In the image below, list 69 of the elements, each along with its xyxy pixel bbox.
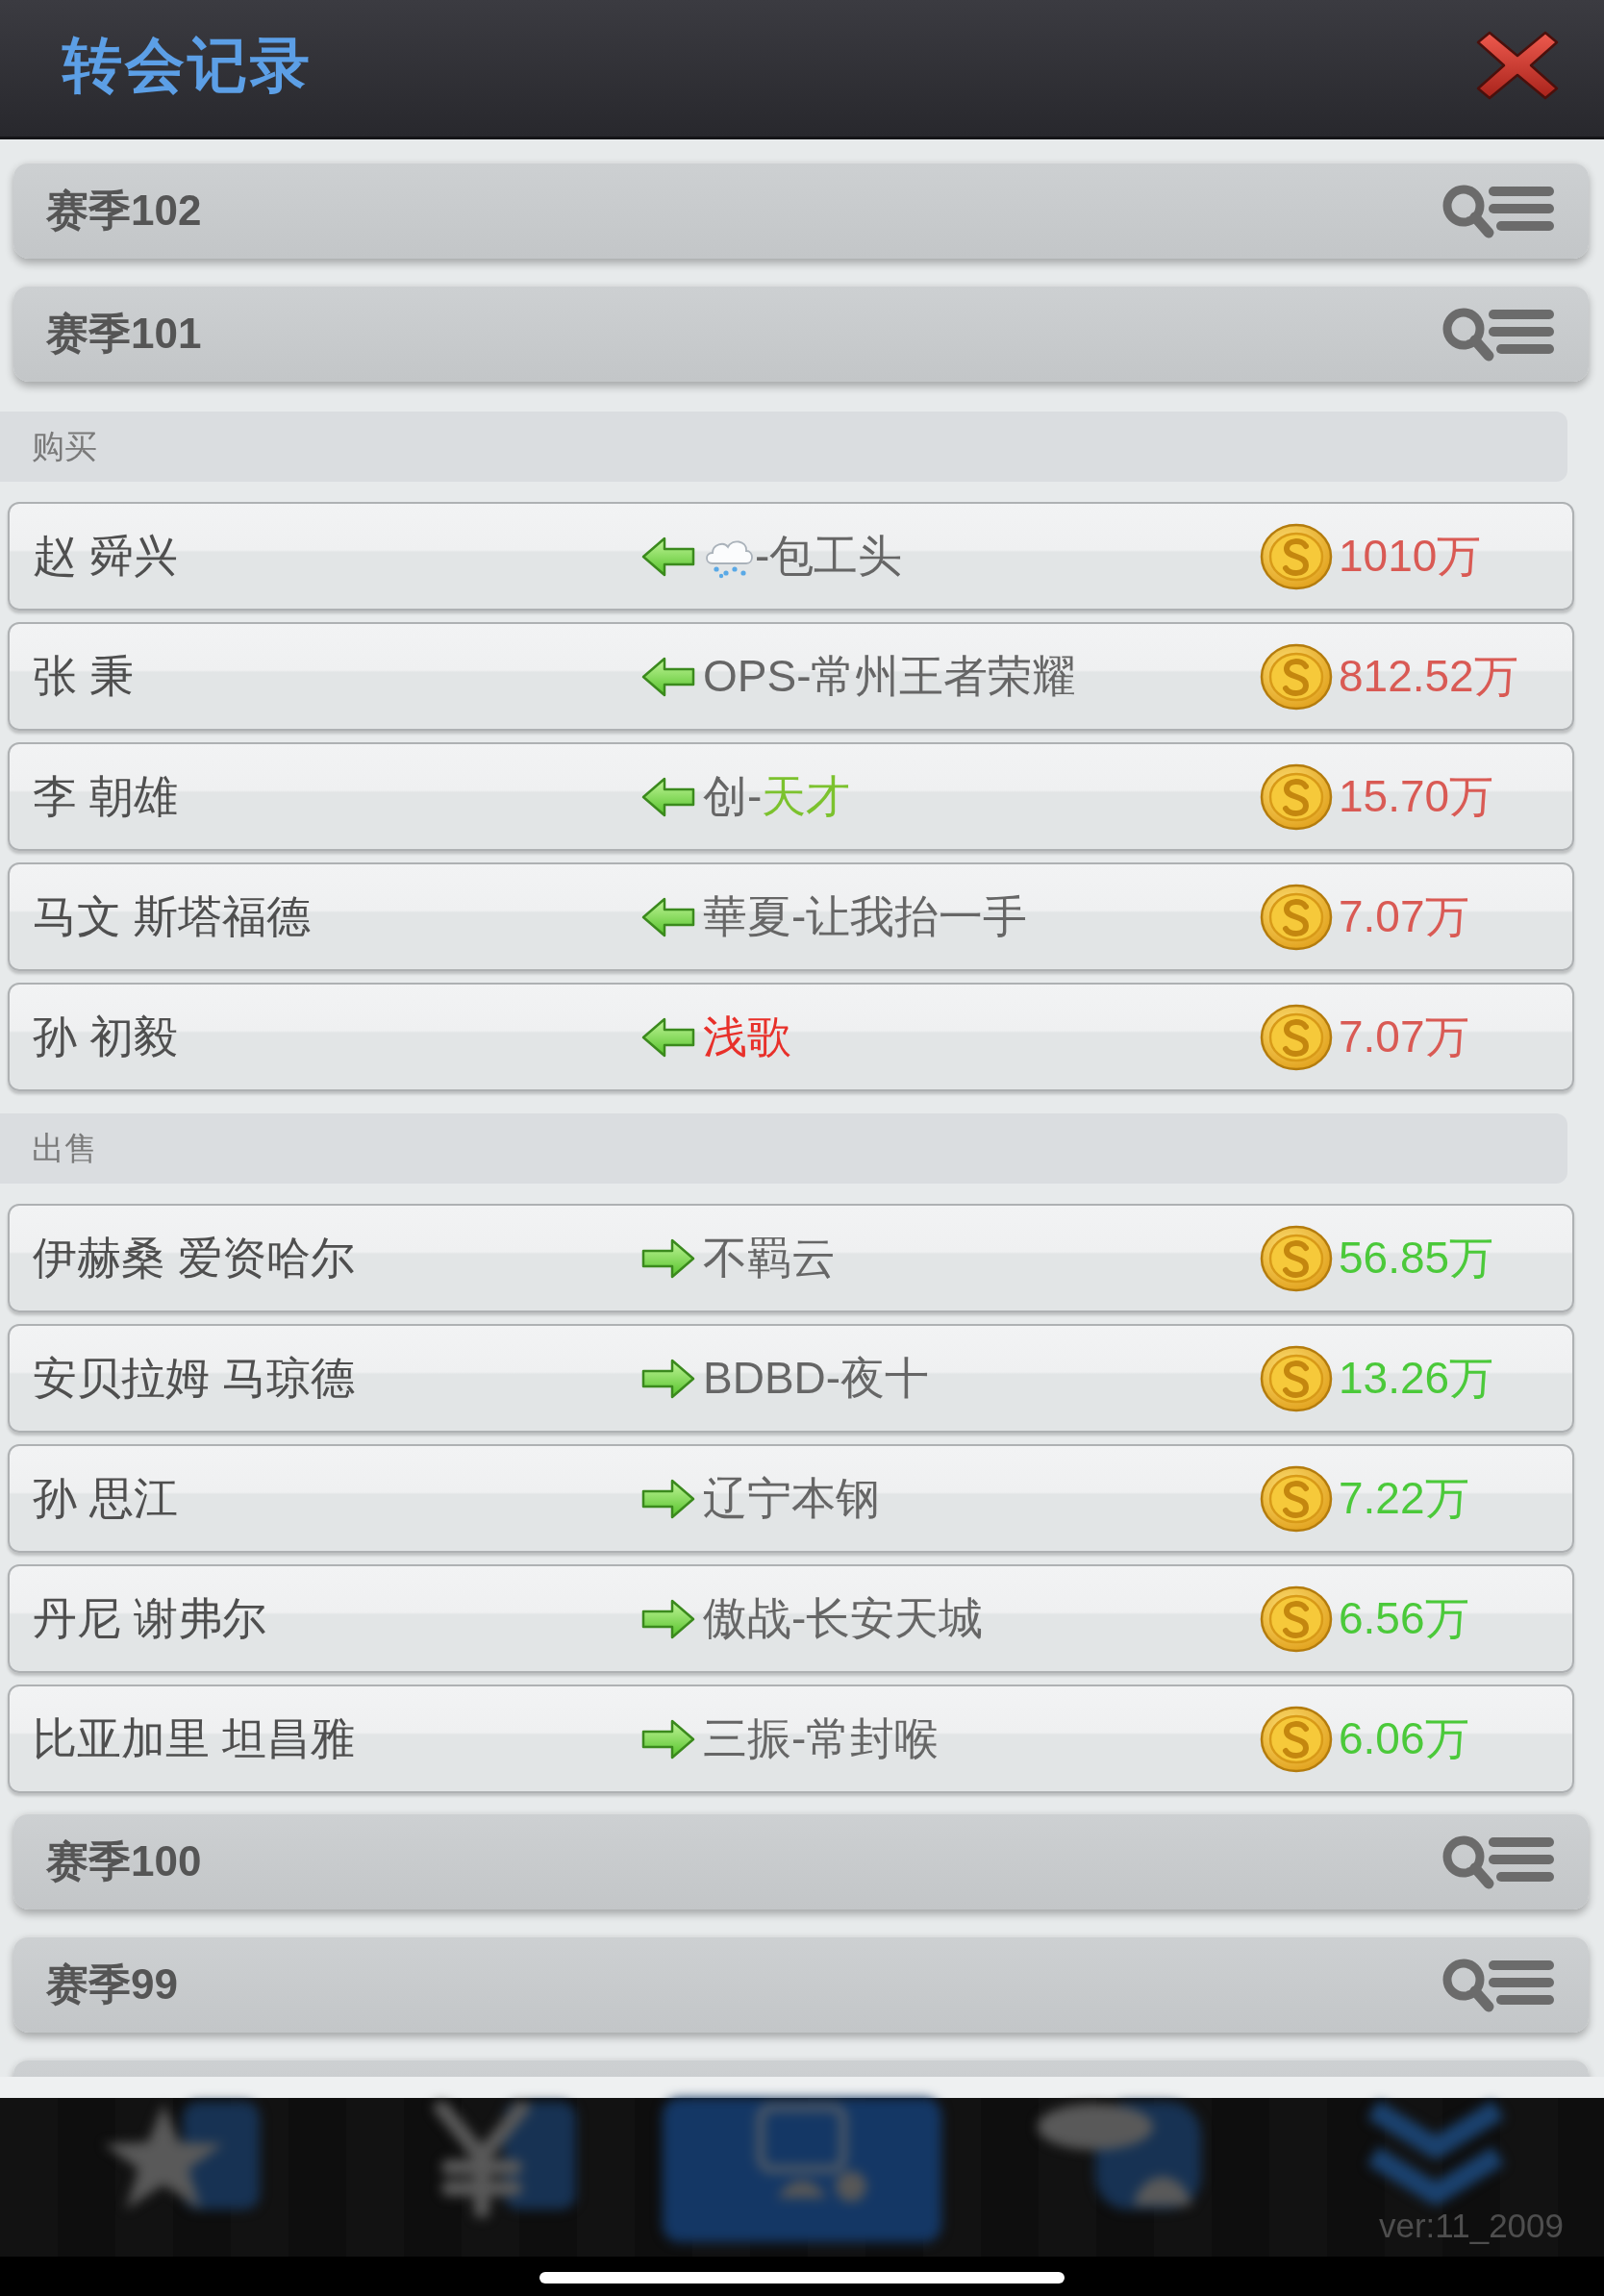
player-name: 孙 初毅: [33, 1010, 179, 1063]
season-title: 赛季99: [46, 1959, 178, 2009]
coin-icon: [1260, 883, 1333, 951]
player-name: 安贝拉姆 马琼德: [33, 1351, 356, 1405]
player-name: 赵 舜兴: [33, 529, 179, 583]
player-name: 马文 斯塔福德: [33, 889, 312, 943]
screen-title: 转会记录: [63, 30, 313, 100]
season-header[interactable]: 赛季99: [13, 1935, 1589, 2033]
price: 7.07万: [1339, 1010, 1469, 1063]
left-arrow-icon: [641, 536, 695, 577]
season-title: 赛季100: [46, 1836, 202, 1886]
team-name: 辽宁本钢: [703, 1471, 880, 1525]
season-title: 赛季102: [46, 186, 202, 236]
player-name: 孙 思江: [33, 1471, 179, 1525]
left-arrow-icon: [641, 1016, 695, 1058]
close-icon: [1475, 31, 1560, 100]
team-name: 不羁云: [703, 1231, 836, 1285]
team-name: 華夏-让我抬一手: [703, 889, 1028, 943]
team-name: OPS-常州王者荣耀: [703, 649, 1077, 703]
search-list-icon: [1441, 1957, 1556, 2013]
right-arrow-icon: [641, 1358, 695, 1399]
coin-icon: [1260, 1344, 1333, 1412]
season-header[interactable]: 赛季101: [13, 285, 1589, 382]
left-arrow-icon: [641, 656, 695, 697]
section-heading: 购买: [0, 412, 1567, 482]
close-button[interactable]: [1475, 31, 1560, 100]
team-name: 创-天才: [703, 769, 851, 823]
search-list-icon: [1441, 1834, 1556, 1890]
right-arrow-icon: [641, 1718, 695, 1759]
team-name: 浅歌: [703, 1010, 791, 1063]
coin-icon: [1260, 762, 1333, 831]
tab-button[interactable]: [663, 2098, 941, 2242]
section-heading: 出售: [0, 1113, 1567, 1184]
left-arrow-icon: [641, 896, 695, 937]
coin-icon: [1260, 1003, 1333, 1071]
price: 15.70万: [1339, 769, 1494, 823]
price: 1010万: [1339, 529, 1482, 583]
price: 13.26万: [1339, 1351, 1494, 1405]
player-name: 比亚加里 坦昌雅: [33, 1711, 356, 1765]
team-name: 傲战-长安天城: [703, 1591, 984, 1645]
price: 56.85万: [1339, 1231, 1494, 1285]
player-name: 张 秉: [33, 649, 135, 703]
coin-icon: [1260, 642, 1333, 711]
right-arrow-icon: [641, 1237, 695, 1279]
coin-icon: [1260, 522, 1333, 590]
left-arrow-icon: [641, 776, 695, 817]
player-name: 伊赫桑 爱资哈尔: [33, 1231, 356, 1285]
player-name: 丹尼 谢弗尔: [33, 1591, 267, 1645]
team-name: -包工头: [755, 529, 903, 583]
search-list-icon: [1441, 183, 1556, 239]
coin-icon: [1260, 1585, 1333, 1653]
season-title: 赛季101: [46, 309, 202, 359]
coin-icon: [1260, 1464, 1333, 1533]
search-list-icon: [1441, 306, 1556, 362]
version-label: ver:11_2009: [1379, 2206, 1564, 2245]
coin-icon: [1260, 1705, 1333, 1773]
player-name: 李 朝雄: [33, 769, 179, 823]
right-arrow-icon: [641, 1598, 695, 1639]
price: 7.07万: [1339, 889, 1469, 943]
team-name: 三振-常封喉: [703, 1711, 940, 1765]
right-arrow-icon: [641, 1478, 695, 1519]
price: 812.52万: [1339, 649, 1518, 703]
team-name: BDBD-夜十: [703, 1351, 930, 1405]
price: 6.56万: [1339, 1591, 1469, 1645]
season-header[interactable]: 赛季100: [13, 1812, 1589, 1909]
season-header[interactable]: 赛季102: [13, 162, 1589, 259]
coin-icon: [1260, 1224, 1333, 1292]
price: 6.06万: [1339, 1711, 1469, 1765]
price: 7.22万: [1339, 1471, 1469, 1525]
